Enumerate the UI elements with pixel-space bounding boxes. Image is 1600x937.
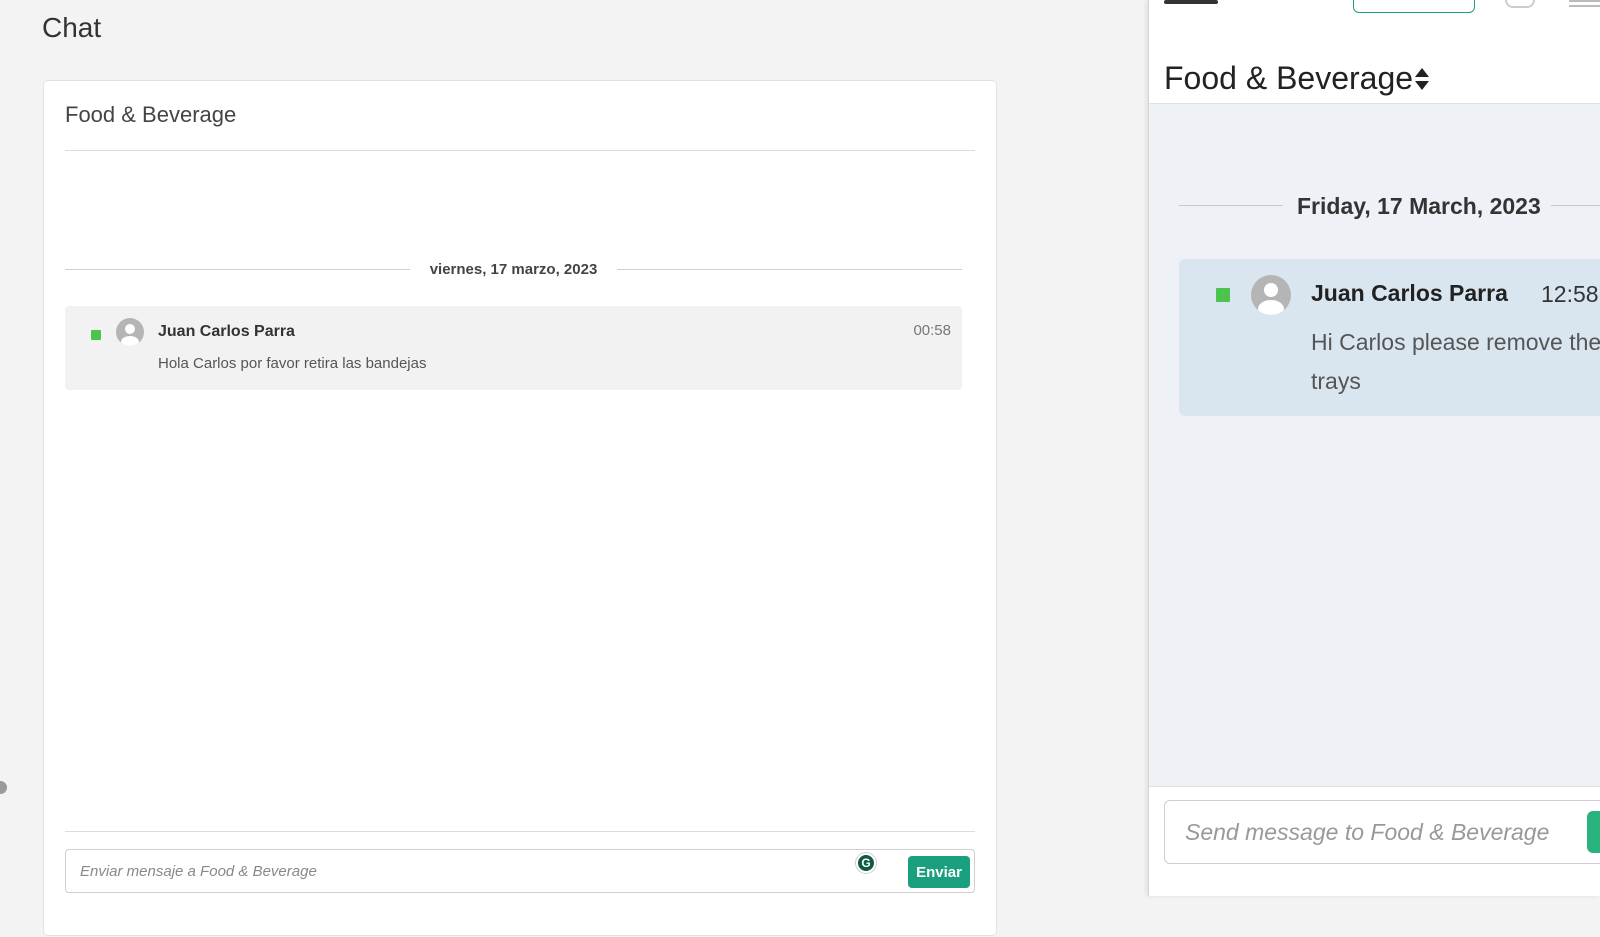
message-time: 00:58 bbox=[913, 322, 951, 339]
mobile-chat-message[interactable]: Juan Carlos Parra 12:58 Hi Carlos please… bbox=[1179, 259, 1600, 416]
mobile-preview: Food & Beverage Friday, 17 March, 2023 J… bbox=[1148, 0, 1600, 896]
mobile-message-composer bbox=[1164, 800, 1600, 864]
avatar-icon[interactable] bbox=[1251, 275, 1291, 315]
menu-icon[interactable] bbox=[1164, 0, 1218, 4]
mobile-message-input[interactable] bbox=[1183, 815, 1583, 849]
mobile-message-text: Hi Carlos please remove the trays bbox=[1311, 323, 1600, 401]
mobile-message-line: trays bbox=[1311, 368, 1361, 394]
chat-message[interactable]: Juan Carlos Parra 00:58 Hola Carlos por … bbox=[65, 306, 962, 390]
chat-panel: Food & Beverage viernes, 17 marzo, 2023 … bbox=[43, 80, 997, 936]
mobile-header: Food & Beverage bbox=[1149, 0, 1600, 104]
sort-icon[interactable] bbox=[1414, 68, 1430, 92]
collapse-handle-icon[interactable] bbox=[0, 781, 7, 794]
mobile-message-line: Hi Carlos please remove the bbox=[1311, 329, 1600, 355]
online-status-icon bbox=[91, 330, 101, 340]
mobile-send-button[interactable] bbox=[1587, 811, 1600, 853]
message-text: Hola Carlos por favor retira las bandeja… bbox=[158, 355, 427, 372]
message-sender[interactable]: Juan Carlos Parra bbox=[158, 323, 295, 341]
top-action-button[interactable] bbox=[1353, 0, 1475, 13]
divider-line bbox=[1551, 205, 1600, 206]
message-composer: G Enviar bbox=[65, 849, 975, 893]
page-title: Chat bbox=[42, 12, 102, 43]
mobile-composer-bar bbox=[1149, 786, 1600, 896]
send-button[interactable]: Enviar bbox=[908, 856, 970, 888]
mobile-date-separator: Friday, 17 March, 2023 bbox=[1179, 193, 1600, 219]
channel-title: Food & Beverage bbox=[65, 102, 237, 127]
mobile-channel-title[interactable]: Food & Beverage bbox=[1164, 60, 1413, 97]
composer-divider bbox=[65, 831, 975, 832]
flag-icon[interactable] bbox=[1505, 0, 1535, 8]
divider-line bbox=[617, 269, 962, 270]
mobile-message-sender[interactable]: Juan Carlos Parra bbox=[1311, 280, 1508, 307]
hamburger-icon[interactable] bbox=[1569, 0, 1600, 10]
chat-header: Food & Beverage bbox=[65, 81, 975, 151]
mobile-date-separator-label: Friday, 17 March, 2023 bbox=[1297, 193, 1541, 219]
mobile-message-time: 12:58 bbox=[1541, 281, 1599, 307]
avatar-icon[interactable] bbox=[116, 318, 144, 346]
message-input[interactable] bbox=[78, 858, 838, 884]
divider-line bbox=[1179, 205, 1283, 206]
date-separator: viernes, 17 marzo, 2023 bbox=[65, 261, 962, 278]
online-status-icon bbox=[1216, 288, 1230, 302]
grammarly-icon[interactable]: G bbox=[856, 853, 876, 873]
